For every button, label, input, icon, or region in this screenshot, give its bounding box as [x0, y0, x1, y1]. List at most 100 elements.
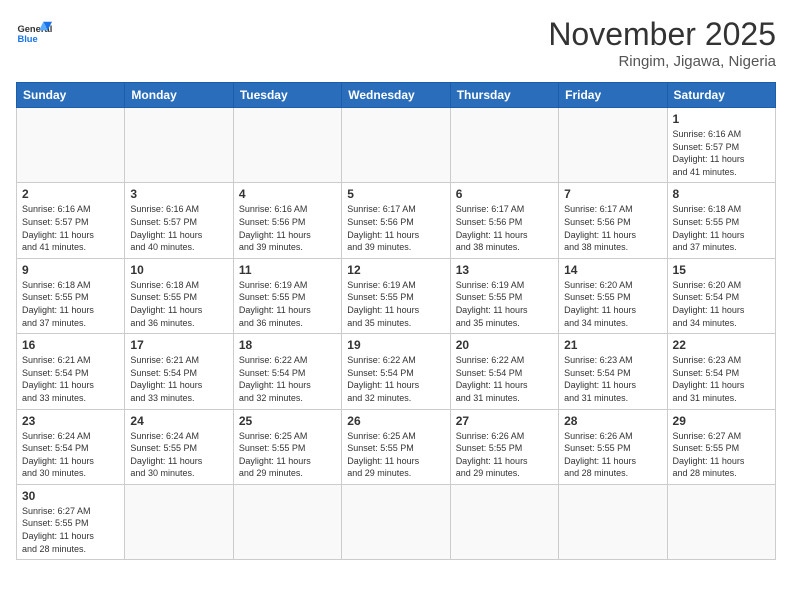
day-number: 12 — [347, 263, 444, 277]
calendar-cell: 14Sunrise: 6:20 AM Sunset: 5:55 PM Dayli… — [559, 258, 667, 333]
cell-sun-info: Sunrise: 6:21 AM Sunset: 5:54 PM Dayligh… — [130, 354, 227, 404]
calendar-cell: 19 Sunrise: 6:22 AM Sunset: 5:54 PM Dayli… — [342, 334, 450, 409]
calendar-cell: 11 Sunrise: 6:19 AM Sunset: 5:55 PM Dayli… — [233, 258, 341, 333]
calendar-cell — [233, 108, 341, 183]
cell-sun-info: Sunrise: 6:22 AM Sunset: 5:54 PM Dayligh… — [456, 354, 553, 404]
cell-sun-info: Sunrise: 6:19 AM Sunset: 5:55 PM Dayligh… — [239, 279, 336, 329]
day-number: 2 — [22, 187, 119, 201]
day-number: 22 — [673, 338, 770, 352]
day-number: 27 — [456, 414, 553, 428]
day-number: 28 — [564, 414, 661, 428]
day-number: 26 — [347, 414, 444, 428]
title-block: November 2025 Ringim, Jigawa, Nigeria — [548, 16, 776, 70]
calendar-cell: 5 Sunrise: 6:17 AM Sunset: 5:56 PM Daylig… — [342, 183, 450, 258]
cell-sun-info: Sunrise: 6:16 AM Sunset: 5:56 PM Dayligh… — [239, 203, 336, 253]
cell-sun-info: Sunrise: 6:18 AM Sunset: 5:55 PM Dayligh… — [673, 203, 770, 253]
calendar-cell — [450, 108, 558, 183]
calendar-cell: 3Sunrise: 6:16 AM Sunset: 5:57 PM Daylig… — [125, 183, 233, 258]
day-number: 9 — [22, 263, 119, 277]
location-subtitle: Ringim, Jigawa, Nigeria — [548, 53, 776, 70]
day-number: 11 — [239, 263, 336, 277]
week-row-2: 2 Sunrise: 6:16 AM Sunset: 5:57 PM Daylig… — [17, 183, 776, 258]
cell-sun-info: Sunrise: 6:17 AM Sunset: 5:56 PM Dayligh… — [347, 203, 444, 253]
day-number: 23 — [22, 414, 119, 428]
calendar-cell: 16 Sunrise: 6:21 AM Sunset: 5:54 PM Dayli… — [17, 334, 125, 409]
calendar-cell: 12 Sunrise: 6:19 AM Sunset: 5:55 PM Dayli… — [342, 258, 450, 333]
calendar-cell: 30 Sunrise: 6:27 AM Sunset: 5:55 PM Dayli… — [17, 484, 125, 559]
cell-sun-info: Sunrise: 6:26 AM Sunset: 5:55 PM Dayligh… — [456, 430, 553, 480]
cell-sun-info: Sunrise: 6:22 AM Sunset: 5:54 PM Dayligh… — [347, 354, 444, 404]
cell-sun-info: Sunrise: 6:19 AM Sunset: 5:55 PM Dayligh… — [347, 279, 444, 329]
week-row-3: 9 Sunrise: 6:18 AM Sunset: 5:55 PM Daylig… — [17, 258, 776, 333]
day-number: 25 — [239, 414, 336, 428]
calendar-cell: 8 Sunrise: 6:18 AM Sunset: 5:55 PM Daylig… — [667, 183, 775, 258]
calendar-cell: 27 Sunrise: 6:26 AM Sunset: 5:55 PM Dayli… — [450, 409, 558, 484]
cell-sun-info: Sunrise: 6:27 AM Sunset: 5:55 PM Dayligh… — [22, 505, 119, 555]
calendar-cell: 9 Sunrise: 6:18 AM Sunset: 5:55 PM Daylig… — [17, 258, 125, 333]
calendar-cell: 29Sunrise: 6:27 AM Sunset: 5:55 PM Dayli… — [667, 409, 775, 484]
cell-sun-info: Sunrise: 6:17 AM Sunset: 5:56 PM Dayligh… — [564, 203, 661, 253]
cell-sun-info: Sunrise: 6:20 AM Sunset: 5:54 PM Dayligh… — [673, 279, 770, 329]
day-number: 19 — [347, 338, 444, 352]
day-number: 15 — [673, 263, 770, 277]
cell-sun-info: Sunrise: 6:16 AM Sunset: 5:57 PM Dayligh… — [22, 203, 119, 253]
cell-sun-info: Sunrise: 6:25 AM Sunset: 5:55 PM Dayligh… — [347, 430, 444, 480]
day-header-row: SundayMondayTuesdayWednesdayThursdayFrid… — [17, 83, 776, 108]
day-number: 17 — [130, 338, 227, 352]
day-header-sunday: Sunday — [17, 83, 125, 108]
week-row-5: 23 Sunrise: 6:24 AM Sunset: 5:54 PM Dayli… — [17, 409, 776, 484]
calendar-cell: 1Sunrise: 6:16 AM Sunset: 5:57 PM Daylig… — [667, 108, 775, 183]
logo-icon: General Blue — [16, 16, 52, 52]
day-header-thursday: Thursday — [450, 83, 558, 108]
day-number: 29 — [673, 414, 770, 428]
day-header-tuesday: Tuesday — [233, 83, 341, 108]
logo: General Blue — [16, 16, 52, 52]
day-number: 3 — [130, 187, 227, 201]
day-header-friday: Friday — [559, 83, 667, 108]
day-number: 30 — [22, 489, 119, 503]
calendar-cell: 24Sunrise: 6:24 AM Sunset: 5:55 PM Dayli… — [125, 409, 233, 484]
calendar-cell: 7 Sunrise: 6:17 AM Sunset: 5:56 PM Daylig… — [559, 183, 667, 258]
svg-text:Blue: Blue — [17, 34, 37, 44]
cell-sun-info: Sunrise: 6:20 AM Sunset: 5:55 PM Dayligh… — [564, 279, 661, 329]
day-number: 5 — [347, 187, 444, 201]
cell-sun-info: Sunrise: 6:23 AM Sunset: 5:54 PM Dayligh… — [564, 354, 661, 404]
calendar-cell: 21 Sunrise: 6:23 AM Sunset: 5:54 PM Dayli… — [559, 334, 667, 409]
calendar-cell — [342, 108, 450, 183]
cell-sun-info: Sunrise: 6:19 AM Sunset: 5:55 PM Dayligh… — [456, 279, 553, 329]
calendar-table: SundayMondayTuesdayWednesdayThursdayFrid… — [16, 82, 776, 560]
calendar-cell — [450, 484, 558, 559]
calendar-cell — [559, 108, 667, 183]
calendar-cell — [125, 108, 233, 183]
calendar-cell — [559, 484, 667, 559]
calendar-cell: 17 Sunrise: 6:21 AM Sunset: 5:54 PM Dayli… — [125, 334, 233, 409]
cell-sun-info: Sunrise: 6:17 AM Sunset: 5:56 PM Dayligh… — [456, 203, 553, 253]
cell-sun-info: Sunrise: 6:24 AM Sunset: 5:54 PM Dayligh… — [22, 430, 119, 480]
day-number: 7 — [564, 187, 661, 201]
day-header-saturday: Saturday — [667, 83, 775, 108]
day-number: 6 — [456, 187, 553, 201]
calendar-cell — [17, 108, 125, 183]
cell-sun-info: Sunrise: 6:18 AM Sunset: 5:55 PM Dayligh… — [22, 279, 119, 329]
day-number: 20 — [456, 338, 553, 352]
calendar-cell — [667, 484, 775, 559]
page-header: General Blue November 2025 Ringim, Jigaw… — [16, 16, 776, 70]
cell-sun-info: Sunrise: 6:21 AM Sunset: 5:54 PM Dayligh… — [22, 354, 119, 404]
day-number: 10 — [130, 263, 227, 277]
calendar-cell — [125, 484, 233, 559]
cell-sun-info: Sunrise: 6:18 AM Sunset: 5:55 PM Dayligh… — [130, 279, 227, 329]
cell-sun-info: Sunrise: 6:23 AM Sunset: 5:54 PM Dayligh… — [673, 354, 770, 404]
day-number: 24 — [130, 414, 227, 428]
calendar-cell: 10 Sunrise: 6:18 AM Sunset: 5:55 PM Dayli… — [125, 258, 233, 333]
cell-sun-info: Sunrise: 6:26 AM Sunset: 5:55 PM Dayligh… — [564, 430, 661, 480]
calendar-cell — [233, 484, 341, 559]
day-number: 21 — [564, 338, 661, 352]
cell-sun-info: Sunrise: 6:16 AM Sunset: 5:57 PM Dayligh… — [673, 128, 770, 178]
day-number: 13 — [456, 263, 553, 277]
day-number: 16 — [22, 338, 119, 352]
cell-sun-info: Sunrise: 6:25 AM Sunset: 5:55 PM Dayligh… — [239, 430, 336, 480]
calendar-cell — [342, 484, 450, 559]
cell-sun-info: Sunrise: 6:22 AM Sunset: 5:54 PM Dayligh… — [239, 354, 336, 404]
calendar-cell: 25 Sunrise: 6:25 AM Sunset: 5:55 PM Dayli… — [233, 409, 341, 484]
day-number: 8 — [673, 187, 770, 201]
